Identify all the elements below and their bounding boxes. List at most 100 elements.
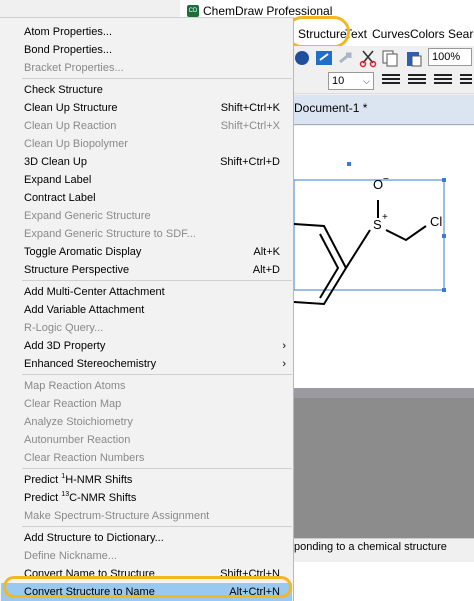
- menu-item-label: Clean Up Biopolymer: [24, 138, 128, 150]
- menu-item-r-logic-query[interactable]: R-Logic Query...: [1, 319, 292, 337]
- paste-icon[interactable]: [404, 48, 424, 68]
- menu-item-predict-1h-nmr-shifts[interactable]: Predict 1H-NMR Shifts: [1, 471, 292, 489]
- ring-tool-icon[interactable]: [292, 48, 312, 68]
- submenu-arrow-icon: ›: [282, 358, 286, 370]
- menu-item-expand-generic-structure-to-sdf[interactable]: Expand Generic Structure to SDF...: [1, 225, 292, 243]
- menu-separator: [22, 468, 292, 469]
- chlorine-atom: Cl: [430, 214, 442, 229]
- oxygen-atom: O: [373, 177, 383, 192]
- cut-icon[interactable]: [358, 48, 378, 68]
- benzene-inner-bond: [319, 233, 340, 299]
- menu-item-label: R-Logic Query...: [24, 322, 104, 334]
- submenu-arrow-icon: ›: [282, 340, 286, 352]
- status-text: ponding to a chemical structure: [294, 541, 447, 553]
- menu-separator: [22, 280, 292, 281]
- menu-item-make-spectrum-structure-assignment[interactable]: Make Spectrum-Structure Assignment: [1, 507, 292, 525]
- align-center-icon[interactable]: [408, 74, 426, 88]
- label-prefix: Predict: [24, 492, 62, 504]
- menu-item-analyze-stoichiometry[interactable]: Analyze Stoichiometry: [1, 413, 292, 431]
- menu-search[interactable]: Search: [448, 27, 474, 41]
- menu-item-clean-up-reaction[interactable]: Clean Up Reaction Shift+Ctrl+X: [1, 117, 292, 135]
- menu-text[interactable]: Text: [345, 27, 367, 41]
- menu-item-shortcut: Shift+Ctrl+K: [220, 102, 280, 114]
- undo-icon[interactable]: [314, 48, 334, 68]
- chemdraw-app-icon: CD: [187, 5, 199, 17]
- font-size-select[interactable]: 10 ⌵: [328, 72, 374, 90]
- menu-item-add-variable-attachment[interactable]: Add Variable Attachment: [1, 301, 292, 319]
- menu-item-map-reaction-atoms[interactable]: Map Reaction Atoms: [1, 377, 292, 395]
- font-size-value: 10: [332, 75, 345, 87]
- menu-item-label: Expand Label: [24, 174, 92, 186]
- copy-icon[interactable]: [380, 48, 400, 68]
- menu-item-expand-generic-structure[interactable]: Expand Generic Structure: [1, 207, 292, 225]
- menu-item-toggle-aromatic-display[interactable]: Toggle Aromatic Display Alt+K: [1, 243, 292, 261]
- isotope-superscript: 13: [61, 491, 70, 498]
- menu-item-enhanced-stereochemistry[interactable]: Enhanced Stereochemistry ›: [1, 355, 292, 373]
- label-suffix: C-NMR Shifts: [69, 492, 137, 504]
- canvas-splitter: [294, 388, 474, 398]
- selection-handle-bottom-right: [442, 288, 446, 292]
- menu-item-label: Clear Reaction Numbers: [24, 452, 145, 464]
- menu-item-add-multi-center-attachment[interactable]: Add Multi-Center Attachment: [1, 283, 292, 301]
- menu-item-clean-up-biopolymer[interactable]: Clean Up Biopolymer: [1, 135, 292, 153]
- menu-item-convert-name-to-structure[interactable]: Convert Name to Structure Shift+Ctrl+N: [1, 565, 292, 583]
- menu-item-predict-13c-nmr-shifts[interactable]: Predict 13C-NMR Shifts: [1, 489, 292, 507]
- menu-item-structure-perspective[interactable]: Structure Perspective Alt+D: [1, 261, 292, 279]
- zoom-value: 100%: [432, 51, 461, 63]
- menu-structure[interactable]: Structure: [298, 27, 347, 41]
- zoom-select[interactable]: 100%: [428, 48, 472, 66]
- selection-handle-top-right: [442, 178, 446, 182]
- align-right-icon[interactable]: [434, 74, 452, 88]
- menu-item-label: Clean Up Structure: [24, 102, 118, 114]
- menu-item-check-structure[interactable]: Check Structure: [1, 81, 292, 99]
- align-left-icon[interactable]: [382, 74, 400, 88]
- menu-item-label: Predict 1H-NMR Shifts: [24, 471, 132, 489]
- menu-item-label: Convert Structure to Name: [24, 586, 155, 598]
- drawing-canvas[interactable]: O − S + Cl: [293, 126, 474, 388]
- menu-item-label: Define Nickname...: [24, 550, 117, 562]
- menu-item-shortcut: Alt+D: [252, 264, 280, 276]
- menu-item-label: Enhanced Stereochemistry: [24, 358, 157, 370]
- menu-item-autonumber-reaction[interactable]: Autonumber Reaction: [1, 431, 292, 449]
- app-title: ChemDraw Professional: [203, 4, 333, 18]
- menu-item-label: Add Variable Attachment: [24, 304, 145, 316]
- menu-item-label: Bond Properties...: [24, 44, 113, 56]
- menu-item-label: Clean Up Reaction: [24, 120, 117, 132]
- justify-icon[interactable]: [460, 74, 472, 88]
- redo-icon[interactable]: [336, 48, 356, 68]
- menu-item-clean-up-structure[interactable]: Clean Up Structure Shift+Ctrl+K: [1, 99, 292, 117]
- menu-item-label: Check Structure: [24, 84, 103, 96]
- menu-item-contract-label[interactable]: Contract Label: [1, 189, 292, 207]
- menu-item-label: Map Reaction Atoms: [24, 380, 126, 392]
- document-tab[interactable]: Document-1 *: [294, 101, 367, 115]
- sulfur-chain-bonds: [385, 225, 427, 242]
- menu-item-expand-label[interactable]: Expand Label: [1, 171, 292, 189]
- menu-item-label: Predict 13C-NMR Shifts: [24, 489, 136, 507]
- menu-item-label: 3D Clean Up: [24, 156, 87, 168]
- menu-item-shortcut: Alt+K: [253, 246, 280, 258]
- menu-item-clear-reaction-numbers[interactable]: Clear Reaction Numbers: [1, 449, 292, 467]
- menu-item-bracket-properties[interactable]: Bracket Properties...: [1, 59, 292, 77]
- menu-item-convert-structure-to-name[interactable]: Convert Structure to Name Alt+Ctrl+N: [1, 583, 292, 601]
- menu-item-clear-reaction-map[interactable]: Clear Reaction Map: [1, 395, 292, 413]
- menu-item-define-nickname[interactable]: Define Nickname...: [1, 547, 292, 565]
- menu-separator: [22, 78, 292, 79]
- menu-item-3d-clean-up[interactable]: 3D Clean Up Shift+Ctrl+D: [1, 153, 292, 171]
- oxygen-charge: −: [383, 174, 389, 185]
- menu-item-label: Analyze Stoichiometry: [24, 416, 133, 428]
- menu-colors[interactable]: Colors: [410, 27, 445, 41]
- molecule-drawing[interactable]: O − S + Cl: [293, 126, 474, 388]
- menu-curves[interactable]: Curves: [372, 27, 410, 41]
- workspace-background: [294, 398, 474, 538]
- menu-item-shortcut: Shift+Ctrl+D: [220, 156, 280, 168]
- menu-item-atom-properties[interactable]: Atom Properties...: [1, 23, 292, 41]
- sulfur-charge: +: [382, 212, 388, 223]
- menu-item-label: Clear Reaction Map: [24, 398, 122, 410]
- label-suffix: H-NMR Shifts: [65, 474, 133, 486]
- menu-item-label: Toggle Aromatic Display: [24, 246, 142, 258]
- menu-separator: [22, 374, 292, 375]
- menu-item-add-structure-to-dictionary[interactable]: Add Structure to Dictionary...: [1, 529, 292, 547]
- selection-box: [293, 179, 445, 291]
- menu-item-bond-properties[interactable]: Bond Properties...: [1, 41, 292, 59]
- menu-item-add-3d-property[interactable]: Add 3D Property ›: [1, 337, 292, 355]
